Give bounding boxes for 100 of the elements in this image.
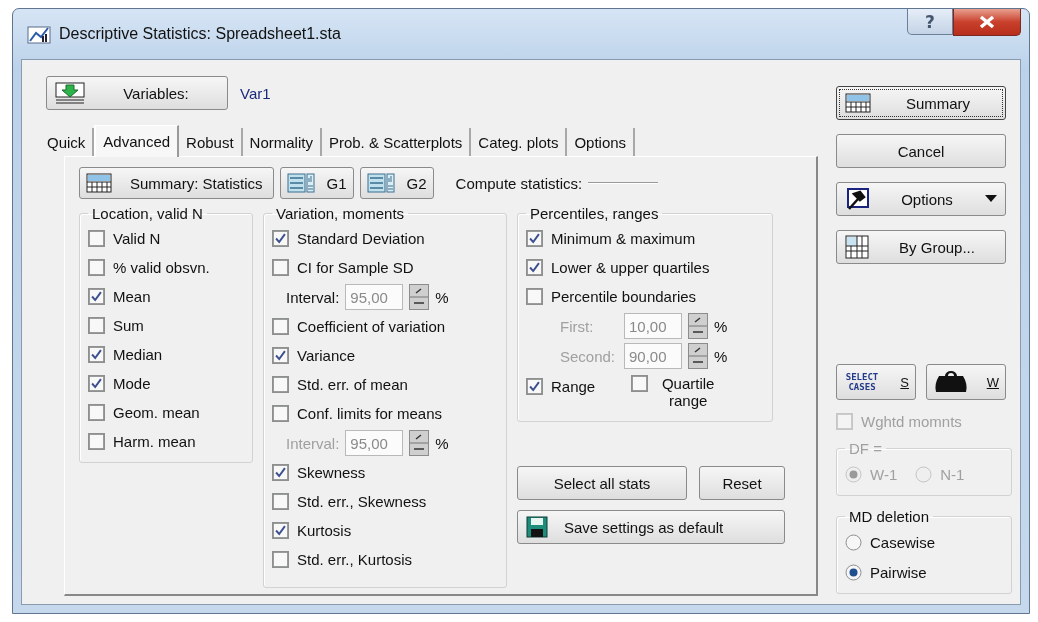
checkbox-label: Kurtosis: [297, 522, 352, 539]
checkbox[interactable]: [272, 376, 289, 393]
checkbox-label: Standard Deviation: [297, 230, 425, 247]
radio-button[interactable]: [845, 533, 862, 551]
side-button[interactable]: Options: [836, 182, 1006, 216]
save-settings-button[interactable]: Save settings as default: [517, 510, 785, 544]
checkbox-label: Std. err., Skewness: [297, 493, 427, 510]
checkbox[interactable]: [272, 551, 289, 568]
checkbox[interactable]: [272, 347, 289, 364]
close-button[interactable]: [953, 9, 1021, 36]
help-button[interactable]: ?: [907, 9, 953, 35]
checkbox[interactable]: [526, 377, 543, 395]
radio-label: Pairwise: [870, 563, 927, 581]
radio-label: N-1: [940, 465, 965, 483]
radio-label: Casewise: [870, 533, 936, 551]
unit-label: %: [714, 347, 728, 365]
spin-buttons[interactable]: [409, 284, 430, 310]
group-title: MD deletion: [848, 508, 931, 525]
tab[interactable]: Prob. & Scatterplots: [321, 128, 472, 156]
checkbox-label: Valid N: [113, 230, 161, 247]
select-cases-button[interactable]: SELECT CASES S: [836, 364, 916, 400]
checkbox-label: Mean: [113, 288, 151, 305]
field-label: Interval:: [286, 288, 340, 306]
group-title: Percentiles, ranges: [529, 205, 660, 222]
tab[interactable]: Advanced: [94, 125, 180, 157]
tab[interactable]: Options: [567, 128, 636, 156]
checkbox[interactable]: [272, 405, 289, 422]
checkbox[interactable]: [631, 375, 649, 392]
group-title: Variation, moments: [275, 205, 406, 222]
table-chart-icon: [366, 173, 395, 193]
field-label: Interval:: [286, 434, 340, 452]
unit-label: %: [714, 317, 728, 335]
floppy-icon: [526, 516, 548, 538]
checkbox[interactable]: [88, 375, 105, 392]
weight-button[interactable]: W: [926, 364, 1006, 400]
side-button[interactable]: Cancel: [836, 134, 1006, 168]
arrow-down-icon: [55, 82, 85, 104]
checkbox[interactable]: [526, 230, 543, 247]
checkbox-label: Conf. limits for means: [297, 405, 443, 422]
side-button[interactable]: Summary: [836, 86, 1006, 120]
action-button[interactable]: Select all stats: [517, 466, 687, 500]
table-icon: [845, 93, 871, 113]
checkbox-label: Variance: [297, 347, 356, 364]
caret-icon: [985, 195, 997, 203]
radio-label: W-1: [870, 465, 898, 483]
checkbox-label: Coefficient of variation: [297, 318, 446, 335]
summary-statistics-button[interactable]: Summary: Statistics: [79, 167, 274, 199]
checkbox-label: Median: [113, 346, 163, 363]
checkbox-label: CI for Sample SD: [297, 259, 414, 276]
grid-icon: [845, 235, 869, 259]
checkbox-label: Range: [551, 377, 596, 395]
checkbox[interactable]: [88, 259, 105, 276]
table-icon: [86, 173, 112, 193]
variables-button[interactable]: Variables:: [46, 76, 228, 110]
unit-label: %: [435, 434, 449, 452]
checkbox-label: Percentile boundaries: [551, 288, 697, 305]
checkbox-label: Minimum & maximum: [551, 230, 696, 247]
hammer-icon: [845, 188, 869, 210]
tab[interactable]: Categ. plots: [471, 128, 568, 156]
checkbox[interactable]: [88, 346, 105, 363]
side-button[interactable]: By Group...: [836, 230, 1006, 264]
checkbox[interactable]: [272, 493, 289, 510]
checkbox[interactable]: [88, 317, 105, 334]
checkbox-label: Skewness: [297, 464, 366, 481]
checkbox[interactable]: [272, 259, 289, 276]
action-button[interactable]: Reset: [699, 466, 785, 500]
checkbox[interactable]: [272, 522, 289, 539]
checkbox-label: Geom. mean: [113, 404, 200, 421]
section-label: Compute statistics:: [455, 174, 583, 192]
checkbox-label: Lower & upper quartiles: [551, 259, 710, 276]
graph-button[interactable]: G2: [359, 167, 434, 199]
graph-button[interactable]: G1: [279, 167, 354, 199]
tab[interactable]: Robust: [179, 128, 243, 156]
checkbox[interactable]: [526, 288, 543, 305]
checkbox-label: Mode: [113, 375, 151, 392]
checkbox[interactable]: [88, 288, 105, 305]
radio-button[interactable]: [845, 563, 862, 581]
window-title: Descriptive Statistics: Spreadsheet1.sta: [59, 25, 342, 43]
checkbox[interactable]: [272, 230, 289, 247]
checkbox-label: Std. err., Kurtosis: [297, 551, 413, 568]
variables-value: Var1: [240, 84, 271, 102]
field-label: First:: [559, 317, 595, 335]
checkbox[interactable]: [272, 318, 289, 335]
checkbox[interactable]: [526, 259, 543, 276]
tab[interactable]: Normality: [242, 128, 322, 156]
weight-icon: [933, 370, 969, 394]
checkbox-label: % valid obsvn.: [113, 259, 210, 276]
checkbox[interactable]: [88, 230, 105, 247]
unit-label: %: [435, 288, 449, 306]
checkbox-label: Wghtd momnts: [861, 412, 962, 430]
table-chart-icon: [286, 173, 315, 193]
group-title: Location, valid N: [91, 205, 204, 222]
close-icon: [978, 15, 996, 29]
field-label: Second:: [559, 347, 617, 365]
checkbox[interactable]: [272, 464, 289, 481]
checkbox-label: Harm. mean: [113, 433, 196, 450]
checkbox[interactable]: [88, 404, 105, 421]
checkbox-label: Std. err. of mean: [297, 376, 408, 393]
checkbox[interactable]: [88, 433, 105, 450]
group-title: DF =: [848, 440, 883, 457]
